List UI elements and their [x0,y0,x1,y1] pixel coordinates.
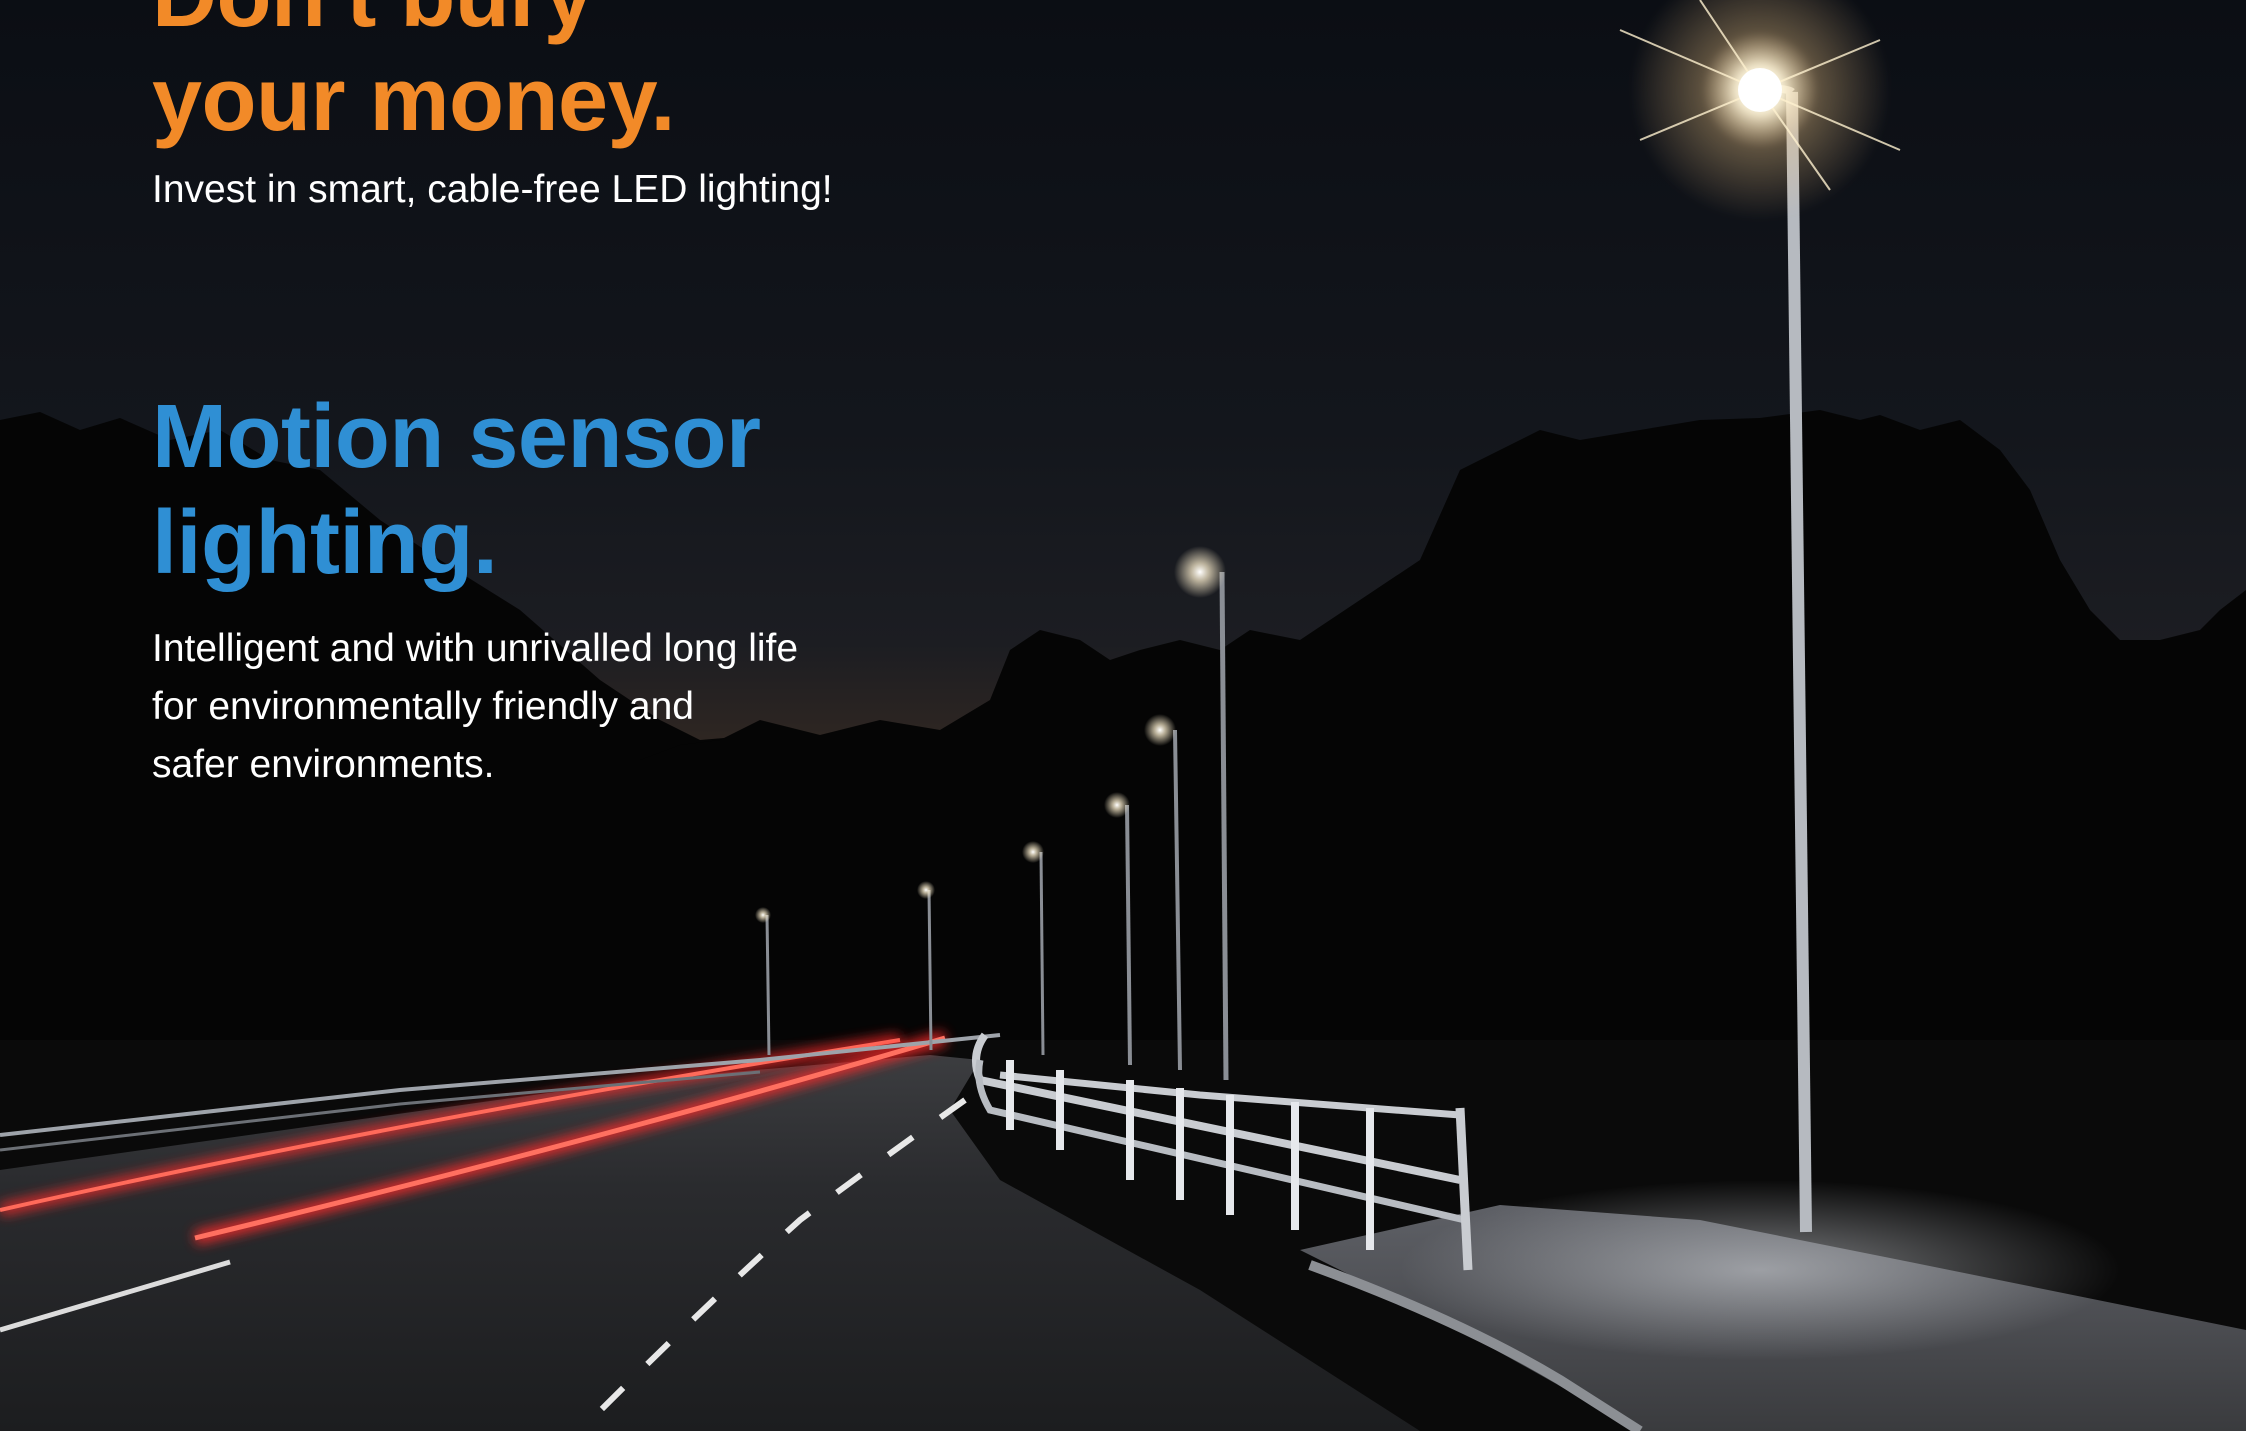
headline: Don't bury your money. [152,0,675,152]
feature-description-line-1: Intelligent and with unrivalled long lif… [152,627,799,670]
feature-description-line-2: for environmentally friendly and [152,685,694,728]
feature-description-line-3: safer environments. [152,743,495,786]
headline-line-2: your money. [152,50,675,150]
headline-line-1: Don't bury [152,0,675,48]
feature-description: Intelligent and with unrivalled long lif… [152,620,798,794]
subheadline: Invest in smart, cable-free LED lighting… [152,168,833,211]
feature-title-line-2: lighting. [152,493,498,593]
light-pool [1400,1180,2120,1360]
feature-title-line-1: Motion sensor [152,387,761,487]
feature-title: Motion sensor lighting. [152,384,761,596]
